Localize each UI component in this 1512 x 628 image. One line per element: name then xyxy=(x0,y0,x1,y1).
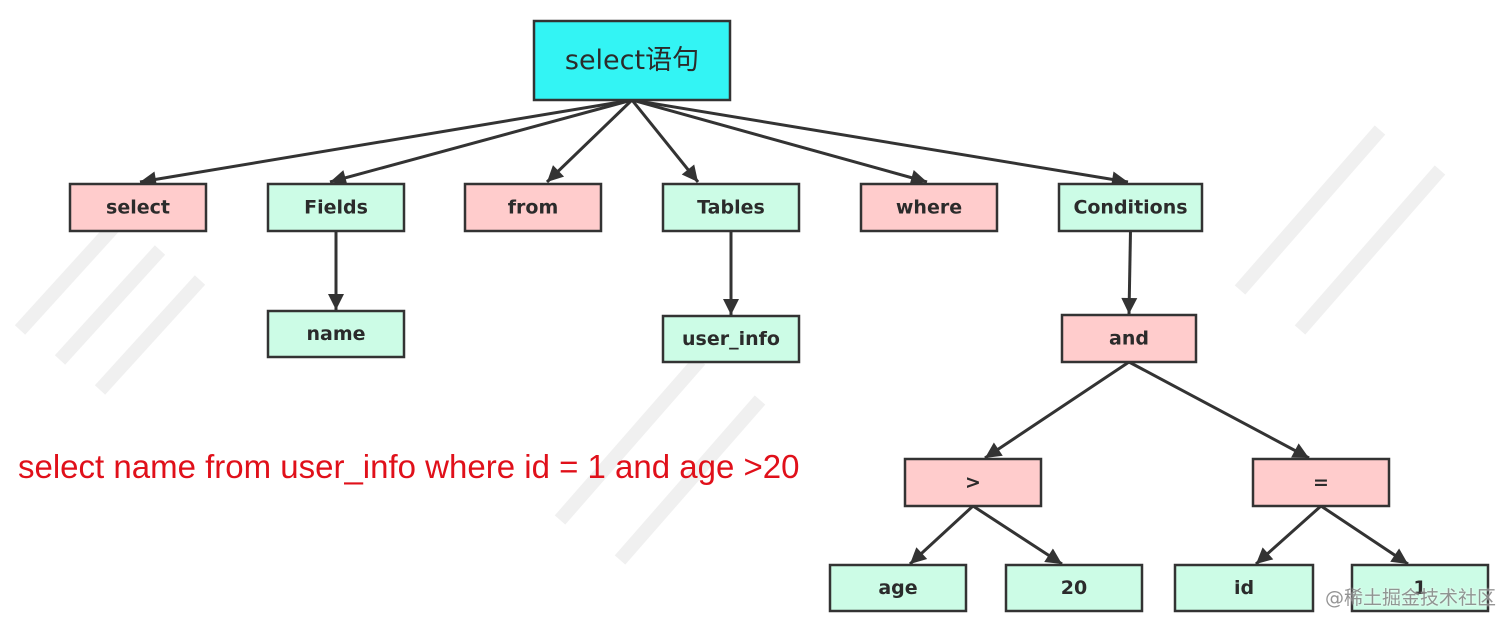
node-from: from xyxy=(463,182,603,233)
node-label: > xyxy=(965,472,981,494)
nodes-layer: select语句 select Fields from Tables where Condi… xyxy=(68,19,1490,613)
node-label: = xyxy=(1313,472,1329,494)
node-label: id xyxy=(1234,577,1254,599)
node-where: where xyxy=(859,182,999,233)
node-id: id xyxy=(1173,563,1315,613)
node-label: Conditions xyxy=(1073,197,1187,219)
node-label: and xyxy=(1109,328,1149,350)
edge-gt-to-twenty xyxy=(972,504,1063,566)
node-label: from xyxy=(508,197,559,219)
node-label: name xyxy=(306,323,365,345)
edge-gt-to-age xyxy=(908,504,975,566)
node-age: age xyxy=(828,563,968,613)
node-select: select xyxy=(68,182,208,233)
syntax-tree-diagram: select语句 select Fields from Tables where Condi… xyxy=(14,19,1490,613)
edge-eq-to-id xyxy=(1255,504,1322,566)
edge-conditions-to-and xyxy=(1121,230,1138,315)
edge-root-to-tables xyxy=(630,99,700,183)
node-label: select xyxy=(106,197,170,219)
edge-root-to-fields xyxy=(329,98,633,186)
node-root: select语句 xyxy=(532,19,732,102)
node-label: age xyxy=(878,577,917,599)
node-tables: Tables xyxy=(661,182,801,233)
node-conditions: Conditions xyxy=(1057,182,1204,233)
node-fields: Fields xyxy=(266,182,406,233)
node-label: Tables xyxy=(697,197,765,219)
node-label: Fields xyxy=(304,197,368,219)
node-label: user_info xyxy=(682,328,780,350)
node-user-info: user_info xyxy=(661,314,801,364)
node-twenty: 20 xyxy=(1004,563,1144,613)
node-eq: = xyxy=(1251,457,1391,508)
node-label: select语句 xyxy=(565,45,699,76)
node-label: 20 xyxy=(1061,577,1087,599)
edge-eq-to-one xyxy=(1320,504,1409,566)
edge-and-to-eq xyxy=(1128,360,1310,460)
node-name: name xyxy=(266,309,406,359)
node-gt: > xyxy=(903,457,1043,508)
sql-statement: select name from user_info where id = 1 … xyxy=(18,448,800,485)
edge-and-to-gt xyxy=(984,360,1130,460)
watermark-text: @稀土掘金技术社区 xyxy=(1324,587,1496,609)
node-and: and xyxy=(1060,313,1198,364)
node-label: where xyxy=(896,197,962,219)
